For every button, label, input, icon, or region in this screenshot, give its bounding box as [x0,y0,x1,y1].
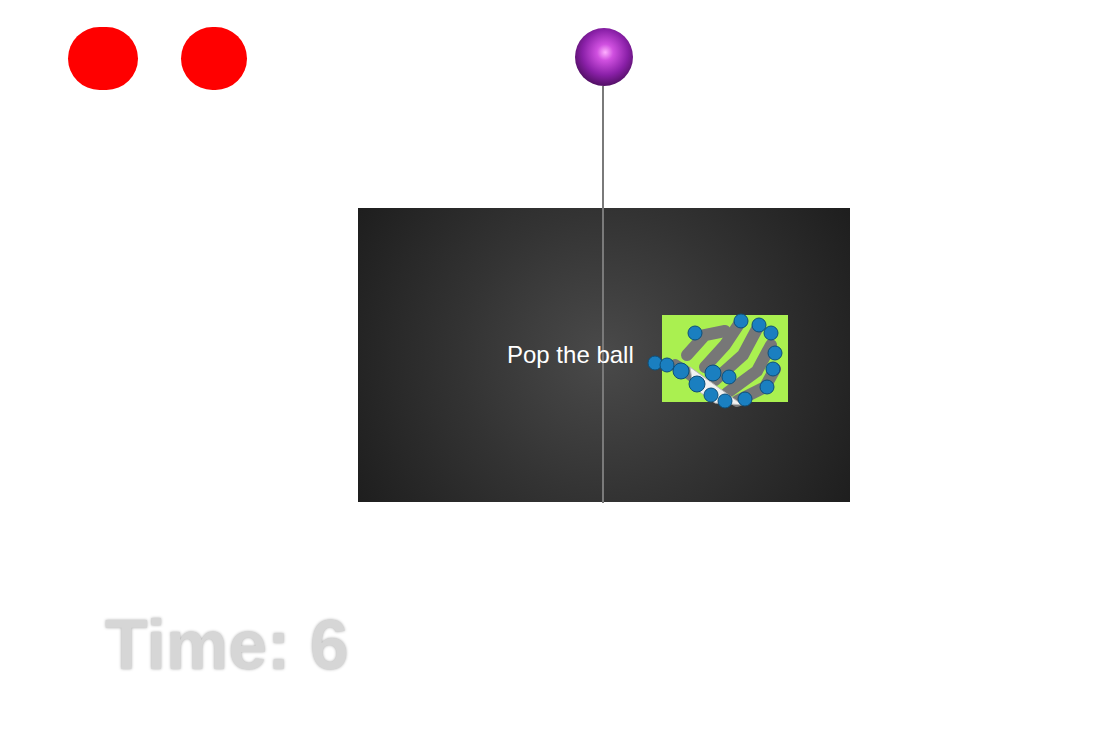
life-dot [181,27,247,90]
life-dot [68,27,138,90]
lives [68,27,247,90]
game-canvas: Pop the ball [0,0,1104,734]
timer: Time: 6 [105,600,349,690]
prompt-text: Pop the ball [507,340,634,370]
target-ball[interactable] [575,28,633,86]
hand-icon[interactable] [645,305,795,415]
ball-string [602,86,604,503]
